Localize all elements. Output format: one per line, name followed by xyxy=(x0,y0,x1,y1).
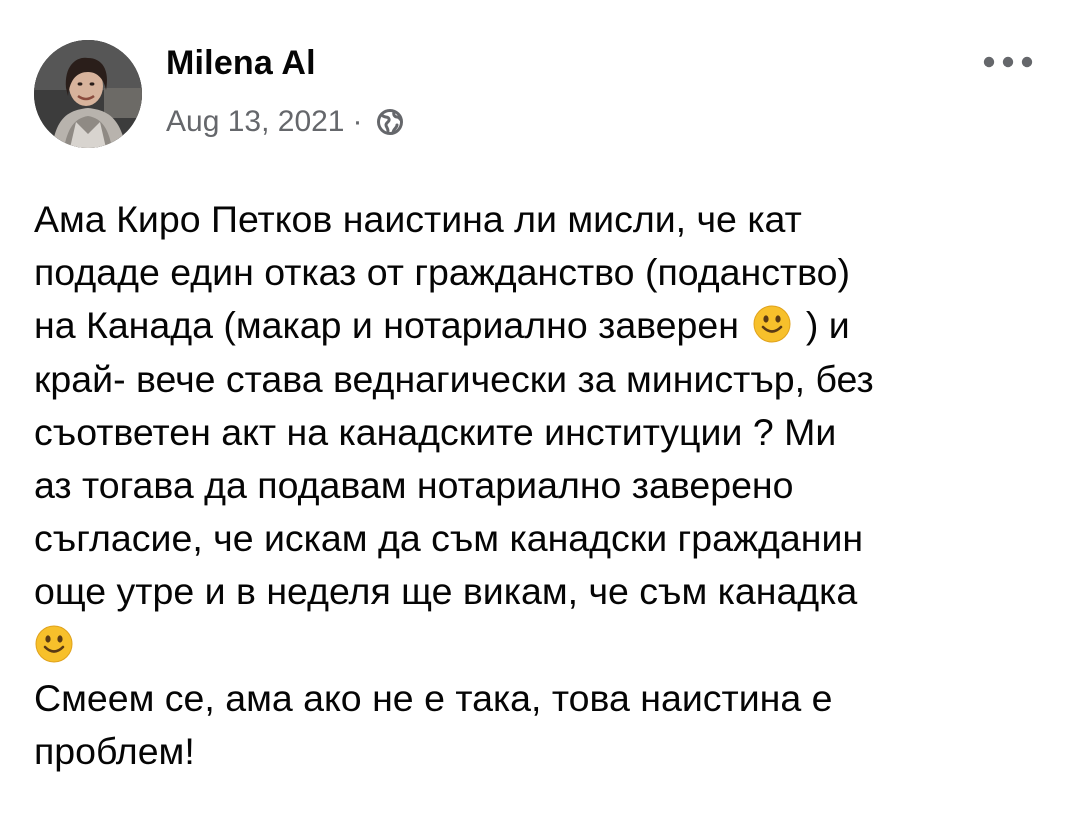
text-line: съответен акт на канадските институции ?… xyxy=(34,410,837,453)
text-line: Ама Киро Петков наистина ли мисли, че ка… xyxy=(34,198,802,240)
text-segment: ) и xyxy=(805,304,850,347)
smiling-face-emoji-icon xyxy=(34,624,74,664)
post-paragraph-2: Смеем се, ама ако не е така, това наисти… xyxy=(34,672,1044,778)
facebook-post: Milena Al Aug 13, 2021 · Ама Киро Петков… xyxy=(0,0,1080,833)
more-options-button[interactable] xyxy=(976,44,1040,80)
post-meta: Aug 13, 2021 · xyxy=(166,102,405,142)
text-line: аз тогава да подавам нотариално заверено xyxy=(34,464,794,507)
meta-separator: · xyxy=(352,105,363,138)
text-line: Смеем се, ама ако не е така, това наисти… xyxy=(34,676,833,719)
text-segment: на Канада (макар и нотариално заверен xyxy=(34,304,739,347)
post-paragraph-1: Ама Киро Петков наистина ли мисли, че ка… xyxy=(34,193,1044,672)
text-line: на Канада (макар и нотариално заверен ) … xyxy=(34,299,1044,352)
more-options-icon xyxy=(983,56,1033,68)
text-line: край- вече става веднагически за министъ… xyxy=(34,357,874,400)
text-line: проблем! xyxy=(34,730,195,773)
author-avatar[interactable] xyxy=(34,40,142,148)
globe-icon[interactable] xyxy=(375,107,405,137)
post-text: Ама Киро Петков наистина ли мисли, че ка… xyxy=(34,193,1044,778)
text-line xyxy=(34,619,1044,672)
avatar-photo xyxy=(34,40,142,148)
text-line: още утре и в неделя ще викам, че съм кан… xyxy=(34,570,858,613)
text-line: подаде един отказ от гражданство (поданс… xyxy=(34,251,850,294)
text-line: съгласие, че искам да съм канадски гражд… xyxy=(34,517,864,560)
author-name[interactable]: Milena Al xyxy=(166,44,316,83)
smiling-face-emoji-icon xyxy=(752,304,792,344)
post-timestamp[interactable]: Aug 13, 2021 xyxy=(166,105,345,139)
